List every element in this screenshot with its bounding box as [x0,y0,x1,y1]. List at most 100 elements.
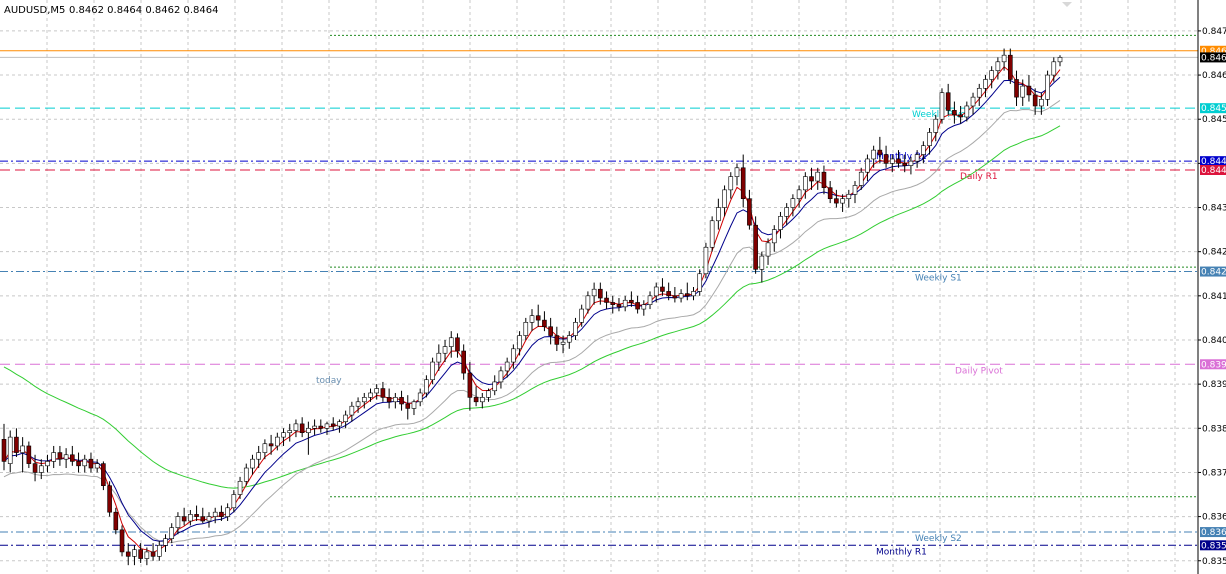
candle-body [753,224,758,270]
candle-body [523,322,529,336]
candle-body [63,454,69,460]
candle-body [945,92,951,111]
candle-body [188,514,193,522]
candle-body [641,304,647,310]
daily-r1-tag-text: 0.844 [1201,166,1226,176]
candle-body [976,88,982,98]
candle-body [914,154,920,162]
y-tick-label: 0.845 [1202,115,1226,125]
candle-body [88,458,94,469]
candle-body [318,425,324,429]
candle-body [355,401,361,407]
candle-body [709,220,715,248]
candle-body [330,423,336,427]
candle-body [32,463,38,473]
price-axis: 0.847 0.846 0.845 0.844 0.843 0.842 0.841 0.840… [1197,0,1226,574]
candle-body [231,494,237,509]
candle-body [219,511,224,517]
candle-body [933,118,939,133]
candle-body [908,160,914,166]
candle-body [287,430,293,434]
candle-body [647,295,653,305]
y-tick-label: 0.838 [1202,424,1226,434]
candle-body [399,397,404,405]
candle-body [1001,54,1007,63]
candle-body [349,405,355,416]
candle-body [1039,99,1044,107]
candle-body [504,361,510,372]
candle-body [958,114,963,118]
candle-body [759,255,765,270]
y-tick-label: 0.843 [1202,204,1226,214]
weekly-s1-label: Weekly S1 [915,274,962,284]
y-tick-label: 0.846 [1202,71,1226,81]
y-tick-label: 0.839 [1202,380,1226,390]
weekly-s1-tag-text: 0.842 [1201,268,1226,278]
candle-body [107,485,112,513]
candle-body [517,335,522,350]
candle-body [324,423,330,429]
candle-body [113,511,119,531]
candle-body [436,352,442,363]
y-tick-label: 0.836 [1202,513,1226,523]
chart-window[interactable]: Weekly PivotMonthly R2Daily R1Weekly S1D… [0,0,1226,574]
price-chart[interactable]: Weekly PivotMonthly R2Daily R1Weekly S1D… [0,0,1226,574]
candle-body [852,185,858,195]
candle-body [622,299,628,308]
chart-shift-icon[interactable] [1062,2,1072,7]
candle-body [1026,85,1032,96]
weekly-s2-tag-text: 0.836 [1201,528,1226,538]
candle-body [119,529,125,553]
candle-body [125,551,131,557]
candle-body [542,319,547,328]
candle-body [684,293,690,297]
candle-body [138,549,143,559]
y-tick-label: 0.840 [1202,336,1226,346]
candle-body [883,154,889,164]
candle-body [1032,94,1038,107]
candle-body [374,388,380,394]
candle-body [26,445,32,464]
candle-body [815,171,821,182]
candle-body [573,322,578,336]
candle-body [846,193,852,199]
candle-body [896,158,901,164]
candle-body [1008,54,1013,80]
candle-body [921,145,926,155]
candle-body [604,297,609,303]
y-tick-label: 0.847 [1202,27,1226,37]
candle-body [430,361,435,381]
ohlc-quote: 0.8462 0.8464 0.8462 0.8464 [69,5,219,16]
candle-body [865,158,870,173]
candle-body [163,538,168,546]
candle-body [579,308,584,323]
candle-body [393,397,398,403]
candle-body [94,463,100,469]
candle-body [82,458,88,467]
candle-body [827,187,833,199]
weekly-pivot-tag-text: 0.845 [1201,104,1226,114]
candle-body [678,293,684,299]
candle-body [51,452,56,462]
candle-body [952,110,957,116]
candle-body [1,439,7,462]
candle-body [809,176,814,182]
candle-body [591,288,597,297]
candle-body [560,341,566,345]
candle-body [132,549,137,557]
candle-body [57,452,63,460]
candle-body [442,346,448,354]
candles [1,48,1063,566]
candle-body [927,132,932,147]
candle-body [7,436,13,464]
candle-body [20,445,25,453]
candle-body [765,242,771,257]
candle-body [405,403,411,409]
candle-body [361,397,367,403]
candle-body [535,315,541,321]
candle-body [76,461,81,467]
y-tick-label: 0.842 [1202,248,1226,258]
candle-body [262,443,268,453]
scroll-indicator[interactable] [1062,2,1072,7]
candle-body [150,551,156,557]
